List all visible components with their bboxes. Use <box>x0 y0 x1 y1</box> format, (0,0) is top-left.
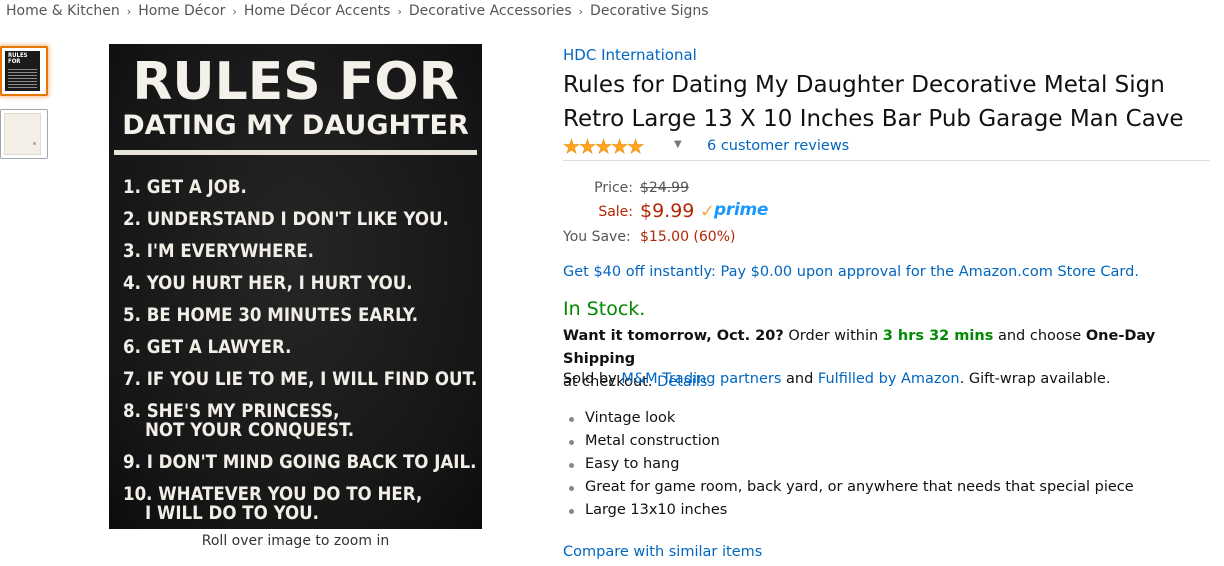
compare-similar-items-link[interactable]: Compare with similar items <box>563 544 762 560</box>
thumbnail-back[interactable] <box>0 109 48 159</box>
fulfilled-by-amazon-link[interactable]: Fulfilled by Amazon <box>818 371 960 387</box>
sign-rules-list: 1. GET A JOB. 2. UNDERSTAND I DON'T LIKE… <box>123 172 478 529</box>
sign-rule: 10. WHATEVER YOU DO TO HER, <box>123 484 423 505</box>
sign-title-line2: DATING MY DAUGHTER <box>122 110 469 141</box>
chevron-right-icon: › <box>232 5 237 18</box>
countdown-timer: 3 hrs 32 mins <box>882 328 994 344</box>
hanging-hole <box>33 142 36 145</box>
product-title: Rules for Dating My Daughter Decorative … <box>563 72 1184 132</box>
sign-rule: 7. IF YOU LIE TO ME, I WILL FIND OUT. <box>123 369 478 390</box>
sign-rule: 5. BE HOME 30 MINUTES EARLY. <box>123 305 419 326</box>
feature-bullet: Great for game room, back yard, or anywh… <box>569 476 1134 499</box>
sold-by-and: and <box>786 371 814 387</box>
brand-link[interactable]: HDC International <box>563 46 697 64</box>
sign-rule: 4. YOU HURT HER, I HURT YOU. <box>123 273 413 294</box>
zoom-hint: Roll over image to zoom in <box>201 533 390 549</box>
breadcrumb-decorative-signs[interactable]: Decorative Signs <box>590 3 709 19</box>
sold-by: Sold by M&M Trading partners and Fulfill… <box>563 371 1110 387</box>
sign-rule: 9. I DON'T MIND GOING BACK TO JAIL. <box>123 452 477 473</box>
breadcrumb-decorative-accessories[interactable]: Decorative Accessories <box>409 3 572 19</box>
sale-price: $9.99 <box>640 200 695 222</box>
sign-rule: 8. SHE'S MY PRINCESS, <box>123 401 340 422</box>
you-save-label: You Save: <box>563 229 631 245</box>
feature-bullet: Metal construction <box>569 430 1134 453</box>
breadcrumb-home-decor-accents[interactable]: Home Décor Accents <box>244 3 391 19</box>
order-within-text: Order within <box>788 328 879 344</box>
sign-rule: 6. GET A LAWYER. <box>123 337 292 358</box>
sign-rule: 2. UNDERSTAND I DON'T LIKE YOU. <box>123 209 449 230</box>
breadcrumb: Home & Kitchen › Home Décor › Home Décor Acc… <box>6 3 709 19</box>
sign-rule-continuation: NOT YOUR CONQUEST. <box>145 420 355 441</box>
feature-bullet: Vintage look <box>569 407 1134 430</box>
feature-bullets: Vintage look Metal construction Easy to … <box>563 407 1134 522</box>
feature-bullet: Large 13x10 inches <box>569 499 1134 522</box>
main-product-image[interactable]: RULES FOR DATING MY DAUGHTER 1. GET A JO… <box>109 44 482 529</box>
sign-divider <box>114 150 477 155</box>
list-price-label: Price: <box>594 180 633 196</box>
star-rating-icon[interactable]: ★★★★★ <box>563 136 645 159</box>
rating-row: ★★★★★ ▼ 6 customer reviews <box>563 136 1210 161</box>
feature-bullet: Easy to hang <box>569 453 1134 476</box>
sale-price-label: Sale: <box>598 204 633 220</box>
thumbnail-image <box>4 113 41 155</box>
sign-title-line1: RULES FOR <box>132 52 459 112</box>
thumbnail-image: RULES FOR <box>5 51 40 91</box>
chevron-right-icon: › <box>126 5 132 18</box>
and-choose-text: and choose <box>997 328 1082 344</box>
seller-link[interactable]: M&M Trading partners <box>621 371 781 387</box>
thumbnail-strip: RULES FOR <box>0 46 52 172</box>
stock-status: In Stock. <box>563 298 646 320</box>
caret-down-icon[interactable]: ▼ <box>674 139 682 150</box>
store-card-promo-link[interactable]: Get $40 off instantly: Pay $0.00 upon ap… <box>563 264 1139 280</box>
chevron-right-icon: › <box>578 5 584 18</box>
prime-badge[interactable]: prime <box>714 200 768 220</box>
you-save-value: $15.00 (60%) <box>640 229 736 245</box>
thumbnail-front[interactable]: RULES FOR <box>0 46 48 96</box>
prime-check-icon: ✓ <box>700 201 716 222</box>
delivery-lead: Want it tomorrow, Oct. 20? <box>563 328 784 344</box>
gift-wrap-text: . Gift-wrap available. <box>959 371 1111 387</box>
customer-reviews-link[interactable]: 6 customer reviews <box>707 138 849 154</box>
thumbnail-title: RULES FOR <box>8 52 28 65</box>
sign-rule: 1. GET A JOB. <box>123 177 247 198</box>
list-price: $24.99 <box>640 180 689 196</box>
sold-by-prefix: Sold by <box>563 371 617 387</box>
thumbnail-text-lines <box>8 67 37 88</box>
sign-rule-continuation: I WILL DO TO YOU. <box>145 503 319 524</box>
chevron-right-icon: › <box>397 5 402 18</box>
breadcrumb-home-kitchen[interactable]: Home & Kitchen <box>6 3 120 19</box>
breadcrumb-home-decor[interactable]: Home Décor <box>138 3 225 19</box>
sign-rule: 3. I'M EVERYWHERE. <box>123 241 314 262</box>
